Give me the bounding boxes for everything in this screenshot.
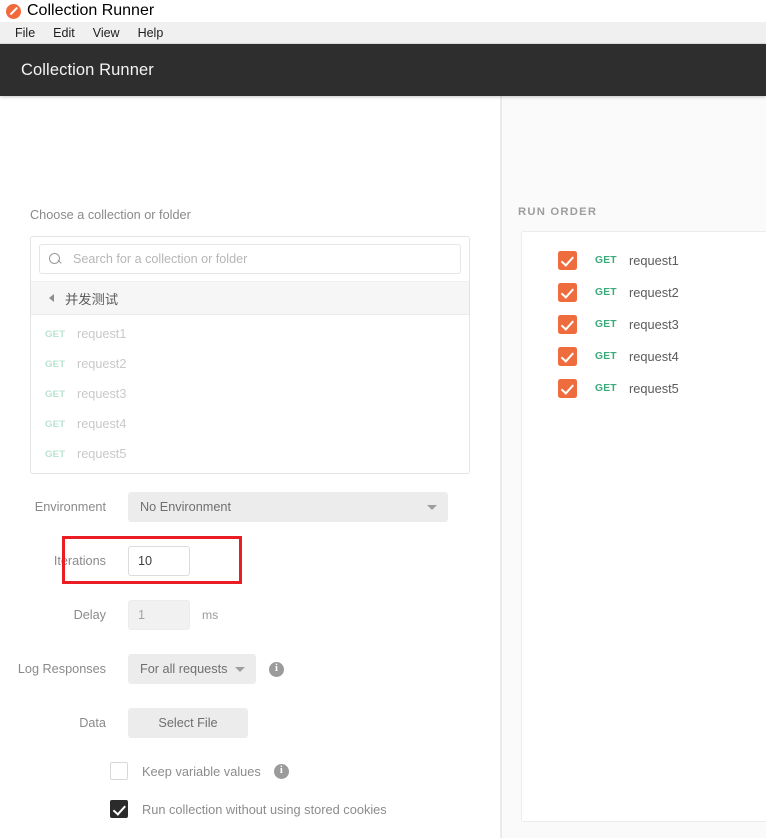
request-name: request3 xyxy=(77,387,126,401)
window-titlebar: Collection Runner xyxy=(0,0,766,22)
info-icon[interactable]: i xyxy=(269,662,284,677)
run-without-cookies-row[interactable]: Run collection without using stored cook… xyxy=(0,800,501,818)
table-row[interactable]: GET request3 xyxy=(522,308,766,340)
delay-input[interactable] xyxy=(128,600,190,630)
keep-variable-values-label: Keep variable values xyxy=(142,764,261,779)
table-row[interactable]: GET request2 xyxy=(522,276,766,308)
log-responses-row: Log Responses For all requests i xyxy=(0,654,501,684)
body: Choose a collection or folder 并发测试 GET r… xyxy=(0,96,766,838)
run-order-checkbox[interactable] xyxy=(558,251,577,270)
run-order-checkbox[interactable] xyxy=(558,379,577,398)
list-item[interactable]: GET request2 xyxy=(31,349,469,379)
collection-folder-name: 并发测试 xyxy=(65,289,118,308)
list-item[interactable]: GET request4 xyxy=(31,409,469,439)
search-input[interactable] xyxy=(71,251,451,267)
request-method: GET xyxy=(595,351,629,362)
request-method: GET xyxy=(45,359,67,370)
delay-unit-label: ms xyxy=(202,608,218,622)
environment-row: Environment No Environment xyxy=(0,492,501,522)
collection-folder-row[interactable]: 并发测试 xyxy=(31,281,469,315)
log-responses-label: Log Responses xyxy=(0,662,128,676)
select-file-button[interactable]: Select File xyxy=(128,708,248,738)
triangle-left-icon[interactable] xyxy=(49,294,54,302)
table-row[interactable]: GET request1 xyxy=(522,244,766,276)
request-name: request2 xyxy=(77,357,126,371)
search-row[interactable] xyxy=(39,244,461,274)
search-icon xyxy=(49,253,62,266)
environment-select[interactable]: No Environment xyxy=(128,492,448,522)
request-name: request5 xyxy=(77,447,126,461)
request-method: GET xyxy=(45,419,67,430)
app-header: Collection Runner xyxy=(0,44,766,96)
run-order-pane: RUN ORDER GET request1 GET request2 GET … xyxy=(501,96,766,838)
data-row: Data Select File xyxy=(0,708,501,738)
table-row[interactable]: GET request5 xyxy=(522,372,766,404)
run-order-checkbox[interactable] xyxy=(558,315,577,334)
request-name: request3 xyxy=(629,317,679,332)
request-method: GET xyxy=(595,319,629,330)
collection-chooser: 并发测试 GET request1 GET request2 GET reque… xyxy=(30,236,470,474)
keep-variable-values-checkbox[interactable] xyxy=(110,762,128,780)
request-method: GET xyxy=(595,255,629,266)
menu-item-view[interactable]: View xyxy=(84,25,129,41)
chevron-down-icon xyxy=(235,667,245,672)
environment-select-value: No Environment xyxy=(140,500,231,514)
list-item[interactable]: GET request3 xyxy=(31,379,469,409)
request-name: request4 xyxy=(77,417,126,431)
request-name: request4 xyxy=(629,349,679,364)
request-method: GET xyxy=(45,329,67,340)
request-name: request5 xyxy=(629,381,679,396)
log-responses-select-value: For all requests xyxy=(140,662,227,676)
request-method: GET xyxy=(45,389,67,400)
keep-variable-values-row[interactable]: Keep variable values i xyxy=(0,762,501,780)
list-item[interactable]: GET request1 xyxy=(31,319,469,349)
log-responses-select[interactable]: For all requests xyxy=(128,654,256,684)
request-name: request2 xyxy=(629,285,679,300)
window-title: Collection Runner xyxy=(27,2,154,20)
table-row[interactable]: GET request4 xyxy=(522,340,766,372)
page-title: Collection Runner xyxy=(21,61,154,80)
info-icon[interactable]: i xyxy=(274,764,289,779)
left-pane: Choose a collection or folder 并发测试 GET r… xyxy=(0,96,501,838)
environment-label: Environment xyxy=(0,500,128,514)
delay-row: Delay ms xyxy=(0,600,501,630)
request-method: GET xyxy=(595,383,629,394)
menu-item-file[interactable]: File xyxy=(6,25,44,41)
request-method: GET xyxy=(595,287,629,298)
delay-label: Delay xyxy=(0,608,128,622)
run-without-cookies-label: Run collection without using stored cook… xyxy=(142,802,387,817)
run-order-checkbox[interactable] xyxy=(558,347,577,366)
request-name: request1 xyxy=(77,327,126,341)
run-order-title: RUN ORDER xyxy=(518,206,597,218)
runner-settings-form: Environment No Environment Iterations De… xyxy=(0,492,501,838)
run-order-checkbox[interactable] xyxy=(558,283,577,302)
data-label: Data xyxy=(0,716,128,730)
request-name: request1 xyxy=(629,253,679,268)
list-item[interactable]: GET request5 xyxy=(31,439,469,469)
run-without-cookies-checkbox[interactable] xyxy=(110,800,128,818)
menubar: File Edit View Help xyxy=(0,22,766,44)
iterations-row: Iterations xyxy=(0,546,501,576)
collection-request-list: GET request1 GET request2 GET request3 G… xyxy=(31,315,469,469)
chevron-down-icon xyxy=(427,505,437,510)
run-order-list: GET request1 GET request2 GET request3 G… xyxy=(521,231,766,822)
postman-logo-icon xyxy=(6,4,21,19)
request-method: GET xyxy=(45,449,67,460)
iterations-input[interactable] xyxy=(128,546,190,576)
iterations-label: Iterations xyxy=(0,554,128,568)
menu-item-edit[interactable]: Edit xyxy=(44,25,84,41)
choose-collection-label: Choose a collection or folder xyxy=(30,208,191,222)
menu-item-help[interactable]: Help xyxy=(129,25,173,41)
